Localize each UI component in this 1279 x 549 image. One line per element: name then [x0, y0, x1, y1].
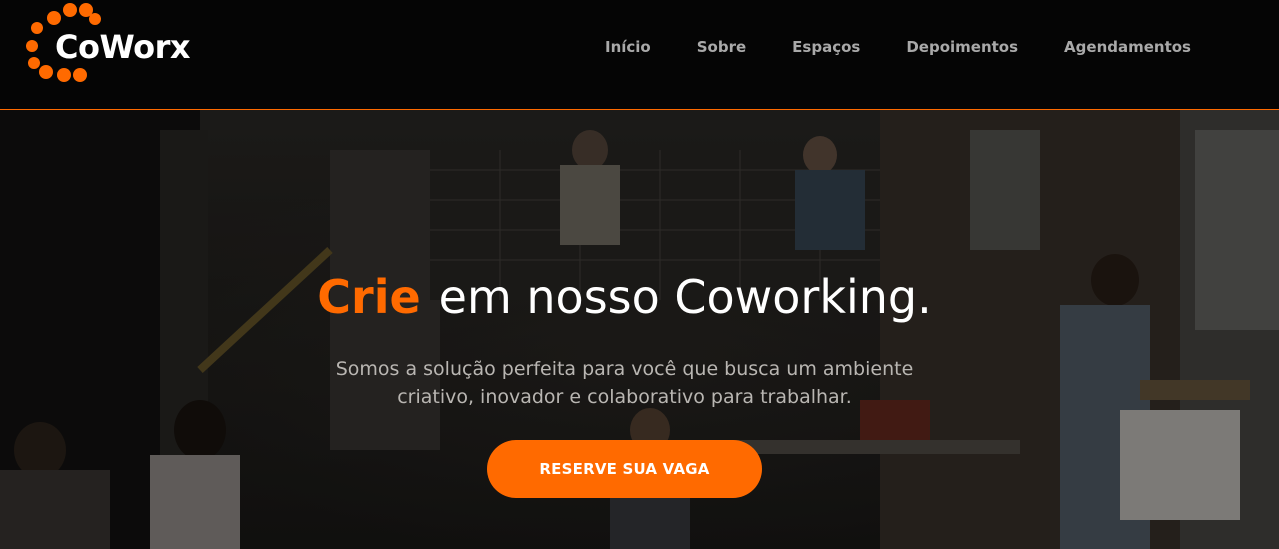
nav-agendamentos[interactable]: Agendamentos — [1064, 38, 1191, 56]
hero-subtitle-line1: Somos a solução perfeita para você que b… — [335, 358, 914, 380]
nav-sobre[interactable]: Sobre — [697, 38, 746, 56]
nav-depoimentos[interactable]: Depoimentos — [906, 38, 1018, 56]
hero-subtitle-line2: criativo, inovador e colaborativo para t… — [397, 386, 852, 408]
site-header: CoWorx Início Sobre Espaços Depoimentos … — [0, 0, 1279, 110]
brand-logo[interactable]: CoWorx — [24, 0, 224, 90]
hero-content: Crie em nosso Coworking. Somos a solução … — [0, 110, 1279, 549]
brand-name: CoWorx — [55, 28, 191, 66]
hero-subtitle: Somos a solução perfeita para você que b… — [0, 355, 1249, 411]
hero-title-rest: em nosso Coworking. — [438, 270, 932, 324]
reserve-button[interactable]: RESERVE SUA VAGA — [487, 440, 762, 498]
nav-inicio[interactable]: Início — [605, 38, 651, 56]
nav-espacos[interactable]: Espaços — [792, 38, 860, 56]
hero-title-accent: Crie — [317, 270, 421, 324]
hero-title: Crie em nosso Coworking. — [0, 270, 1249, 324]
main-nav: Início Sobre Espaços Depoimentos Agendam… — [605, 38, 1191, 56]
hero-section: Crie em nosso Coworking. Somos a solução … — [0, 110, 1279, 549]
